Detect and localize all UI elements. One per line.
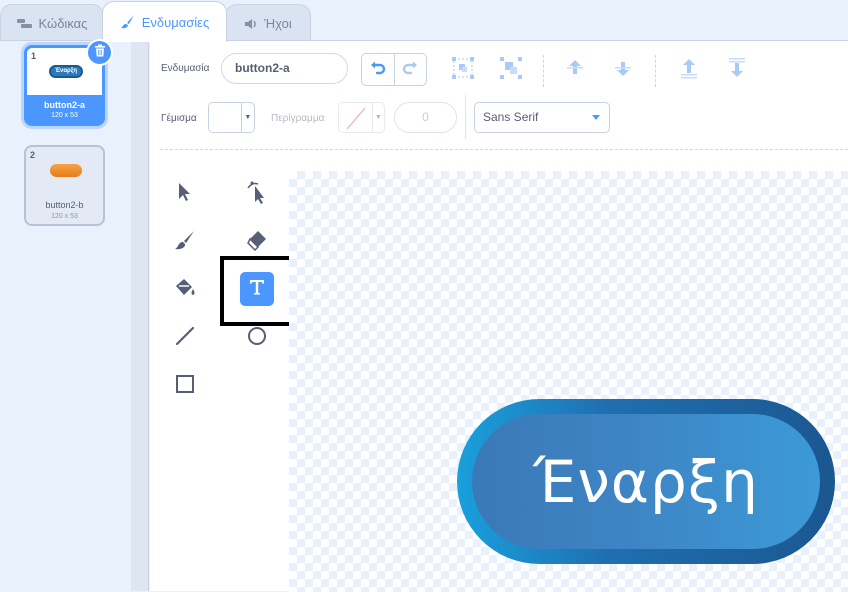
line-tool[interactable]	[170, 323, 200, 353]
chevron-down-icon: ▼	[240, 103, 254, 132]
toolbar-divider	[543, 55, 544, 87]
eraser-tool[interactable]	[242, 227, 272, 257]
reshape-icon	[246, 180, 268, 209]
ungroup-icon	[500, 56, 522, 84]
fill-tool[interactable]	[170, 275, 200, 305]
reshape-tool[interactable]	[242, 179, 272, 209]
costume-size: 120 x 53	[51, 112, 78, 119]
costume-number: 2	[30, 150, 36, 160]
brush-tool[interactable]	[170, 227, 200, 257]
toolbar-canvas-divider	[160, 149, 848, 150]
costume-number: 1	[31, 51, 37, 61]
circle-tool[interactable]	[242, 323, 272, 353]
costume-size: 120 x 53	[51, 213, 78, 220]
text-icon	[248, 278, 266, 301]
costume-list-scrollbar[interactable]	[131, 40, 149, 591]
outline-color-picker[interactable]: ▼	[338, 102, 385, 133]
paint-editor: Ενδυμασία button2-a Γέμισμα ▼ Περίγραμμα…	[150, 40, 848, 592]
group-icon	[452, 56, 474, 84]
back-icon	[726, 57, 748, 84]
eraser-icon	[246, 229, 268, 256]
backward-icon	[612, 57, 634, 84]
rectangle-tool[interactable]	[170, 371, 200, 401]
forward-icon	[564, 57, 586, 84]
tab-code-label: Κώδικας	[38, 16, 88, 31]
front-button[interactable]	[677, 58, 701, 82]
font-select-value: Sans Serif	[483, 110, 539, 124]
undo-button[interactable]	[362, 54, 394, 85]
front-icon	[678, 57, 700, 84]
outline-label: Περίγραμμα	[271, 113, 325, 124]
fill-label: Γέμισμα	[161, 113, 197, 124]
editor-tabs: Κώδικας Ενδυμασίες Ήχοι	[0, 0, 848, 42]
line-icon	[174, 325, 196, 352]
delete-costume-button[interactable]	[86, 39, 113, 66]
chevron-down-icon: ▼	[372, 103, 384, 132]
paint-bucket-icon	[173, 277, 197, 304]
backward-button[interactable]	[611, 58, 635, 82]
costume-thumbnail	[50, 164, 82, 177]
caret-down-icon	[592, 115, 600, 120]
tab-costumes-label: Ενδυμασίες	[141, 14, 210, 30]
code-icon	[16, 18, 33, 30]
text-tool-highlight	[220, 256, 294, 326]
costume-name: button2-b	[45, 200, 84, 210]
ungroup-button[interactable]	[499, 56, 523, 84]
select-tool[interactable]	[170, 179, 200, 209]
fill-color-swatch	[209, 103, 241, 132]
start-button-text: Έναρξη	[533, 447, 759, 516]
redo-icon	[402, 61, 418, 80]
brush-icon	[174, 229, 196, 256]
costume-name-input[interactable]: button2-a	[221, 53, 348, 84]
circle-icon	[246, 325, 268, 352]
brush-icon	[120, 14, 136, 30]
costume-item-button2-b[interactable]: 2 button2-b 120 x 53	[24, 145, 105, 226]
toolbar-divider	[465, 95, 466, 139]
undo-redo-group	[361, 53, 427, 86]
tab-sounds-label: Ήχοι	[264, 16, 292, 31]
rectangle-icon	[174, 373, 196, 400]
paint-canvas[interactable]: Έναρξη	[289, 171, 848, 592]
speaker-icon	[244, 18, 258, 30]
tab-costumes[interactable]: Ενδυμασίες	[102, 1, 227, 42]
redo-button[interactable]	[393, 54, 426, 85]
arrow-cursor-icon	[176, 181, 194, 208]
outline-color-swatch	[339, 103, 372, 132]
outline-width-input[interactable]: 0	[394, 102, 457, 133]
trash-icon	[94, 44, 106, 62]
tab-code[interactable]: Κώδικας	[0, 4, 104, 42]
forward-button[interactable]	[563, 58, 587, 82]
undo-icon	[370, 61, 386, 80]
costume-thumbnail: Έναρξη	[49, 65, 83, 78]
toolbar-divider	[655, 55, 656, 87]
font-select[interactable]: Sans Serif	[474, 102, 610, 133]
fill-color-picker[interactable]: ▼	[208, 102, 255, 133]
start-button-inner: Έναρξη	[472, 414, 820, 549]
text-tool[interactable]	[240, 272, 274, 306]
start-button-graphic[interactable]: Έναρξη	[457, 399, 835, 564]
back-button[interactable]	[725, 57, 749, 84]
costume-name-label: Ενδυμασία	[161, 63, 210, 74]
costume-name: button2-a	[44, 100, 85, 110]
tab-sounds[interactable]: Ήχοι	[225, 4, 311, 42]
group-button[interactable]	[451, 56, 475, 84]
